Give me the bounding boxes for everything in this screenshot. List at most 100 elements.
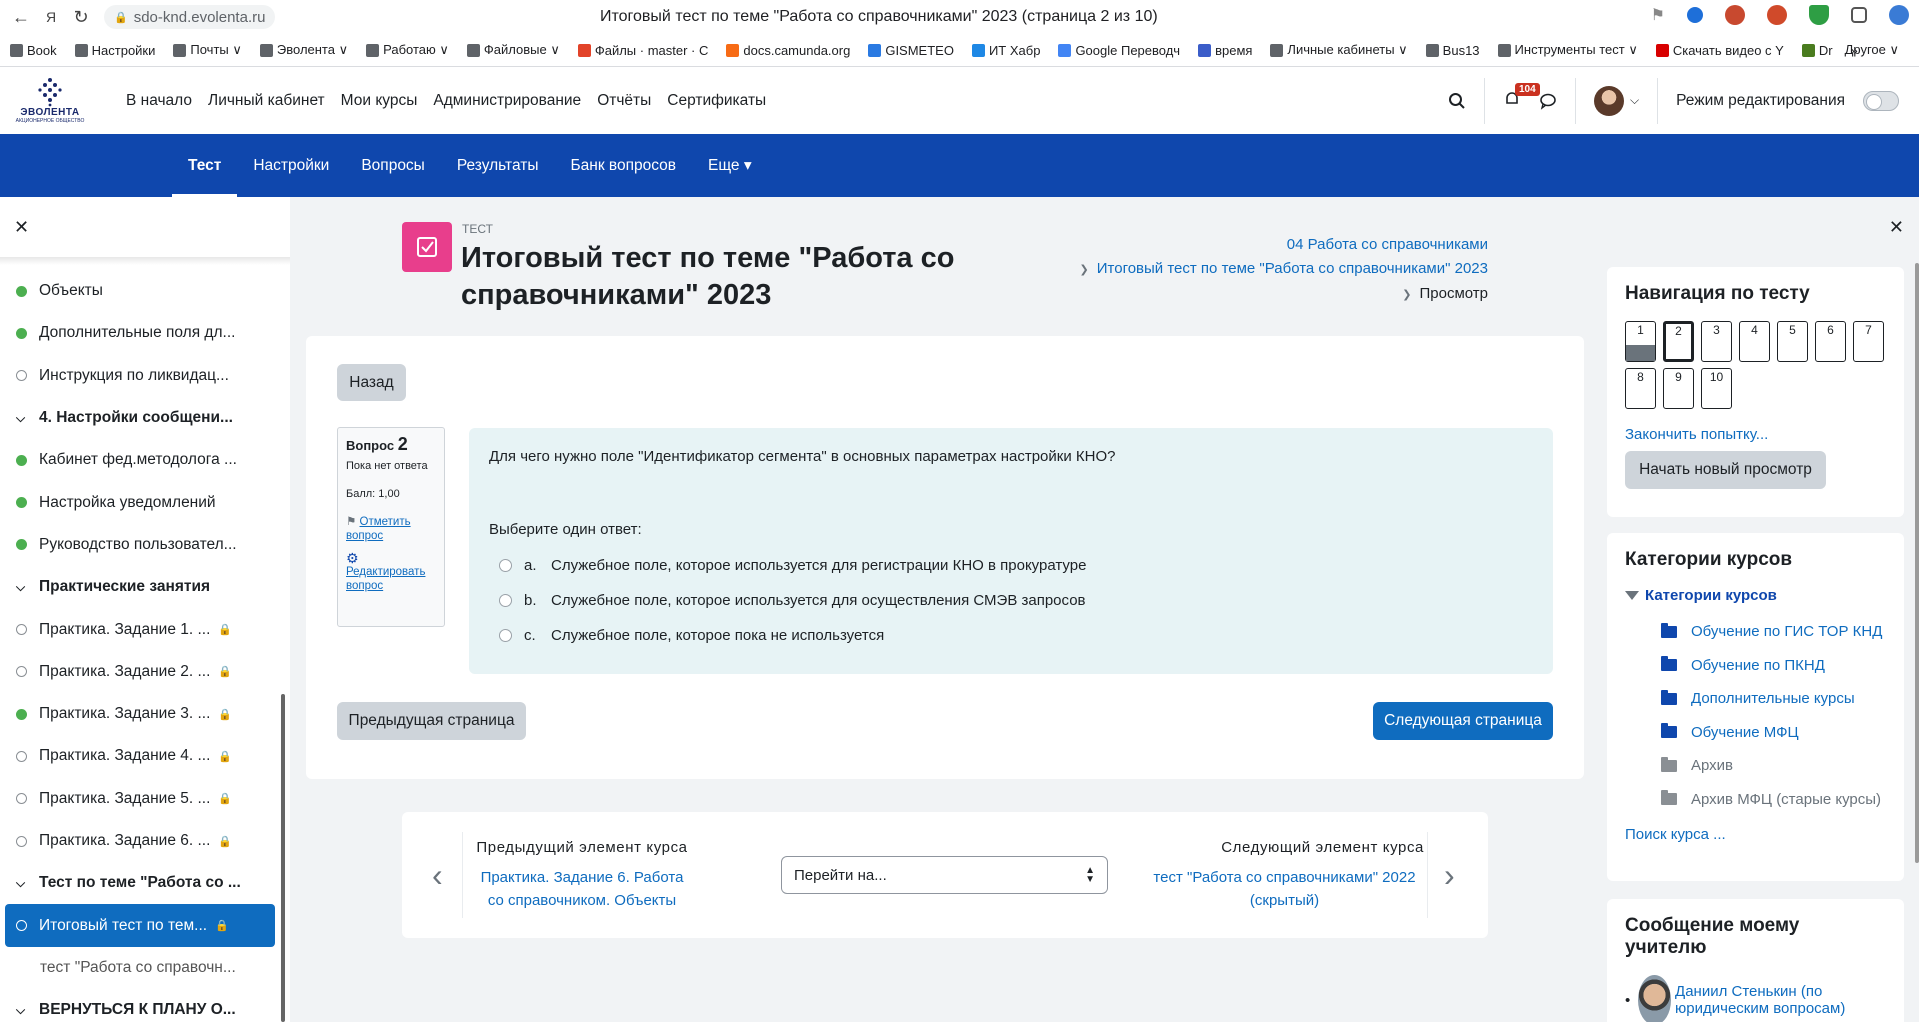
course-activity[interactable]: Практика. Задание 1. ... 🔒 xyxy=(5,608,275,650)
bookmark-item[interactable]: Dr xyxy=(1801,43,1833,58)
user-menu[interactable]: ⌵ xyxy=(1593,85,1639,116)
nav-certificates[interactable]: Сертификаты xyxy=(667,92,766,110)
tab-settings[interactable]: Настройки xyxy=(237,134,345,197)
bookmark-item[interactable]: GISMETEO xyxy=(868,43,954,58)
nav-administration[interactable]: Администрирование xyxy=(433,92,581,110)
chevron-down-icon[interactable]: ⌵ xyxy=(16,580,30,595)
site-logo[interactable]: ЭВОЛЕНТА АКЦИОНЕРНОЕ ОБЩЕСТВО xyxy=(0,67,100,134)
course-activity[interactable]: Руководство пользовател... xyxy=(5,524,275,566)
radio-button[interactable] xyxy=(499,594,512,607)
bookmark-item[interactable]: Файловые ∨ xyxy=(466,42,560,58)
start-new-preview-button[interactable]: Начать новый просмотр xyxy=(1625,451,1826,489)
teacher-item[interactable]: • Даниил Стенькин (по юридическим вопрос… xyxy=(1625,975,1886,1022)
course-section[interactable]: ⌵ ВЕРНУТЬСЯ К ПЛАНУ О... xyxy=(5,989,275,1022)
tab-question-bank[interactable]: Банк вопросов xyxy=(554,134,692,197)
notifications[interactable]: 104 xyxy=(1503,82,1540,112)
chevron-left-icon[interactable]: ‹ xyxy=(432,857,443,894)
next-activity-link[interactable]: тест "Работа со справочниками" 2022 (скр… xyxy=(1137,866,1432,913)
bookmark-item[interactable]: Почты ∨ xyxy=(173,42,242,58)
shield-icon[interactable] xyxy=(1809,5,1829,25)
course-activity[interactable]: Практика. Задание 5. ... 🔒 xyxy=(5,778,275,820)
teacher-name[interactable]: Даниил Стенькин (по юридическим вопросам… xyxy=(1675,983,1886,1017)
bookmark-item[interactable]: ИТ Хабр xyxy=(971,43,1040,58)
course-section[interactable]: ⌵ 4. Настройки сообщени... xyxy=(5,397,275,439)
course-activity[interactable]: тест "Работа со справочн... xyxy=(5,947,275,989)
category-item[interactable]: Обучение по ГИС ТОР КНД xyxy=(1625,615,1886,649)
edit-question[interactable]: ⚙ Редактировать вопрос xyxy=(346,551,436,593)
yandex-icon[interactable]: Я xyxy=(36,2,66,32)
quiz-nav-button[interactable]: 4 xyxy=(1739,321,1770,362)
quiz-nav-button[interactable]: 9 xyxy=(1663,368,1694,409)
course-activity[interactable]: Дополнительные поля дл... xyxy=(5,312,275,354)
course-activity[interactable]: Практика. Задание 3. ... 🔒 xyxy=(5,693,275,735)
course-activity[interactable]: Кабинет фед.методолога ... xyxy=(5,439,275,481)
edit-mode-toggle[interactable] xyxy=(1863,90,1899,111)
chevron-down-icon[interactable]: ⌵ xyxy=(16,1003,30,1018)
nav-my-courses[interactable]: Мои курсы xyxy=(341,92,418,110)
profile-icon[interactable] xyxy=(1889,5,1909,25)
answer-option[interactable]: b. Служебное поле, которое используется … xyxy=(489,583,1533,618)
quiz-nav-button[interactable]: 10 xyxy=(1701,368,1732,409)
category-item[interactable]: Дополнительные курсы xyxy=(1625,682,1886,716)
flag-question[interactable]: ⚑ Отметить вопрос xyxy=(346,515,436,543)
close-icon[interactable]: ✕ xyxy=(1889,217,1904,238)
radio-button[interactable] xyxy=(499,559,512,572)
scrollbar[interactable] xyxy=(1915,263,1919,863)
bookmark-item[interactable]: Book xyxy=(10,43,57,58)
tab-results[interactable]: Результаты xyxy=(441,134,555,197)
back-arrow-icon[interactable]: ← xyxy=(6,2,36,32)
puzzle-icon[interactable] xyxy=(1851,7,1867,23)
chevron-right-icon[interactable]: › xyxy=(1444,857,1455,894)
quiz-nav-button[interactable]: 2 xyxy=(1663,321,1694,362)
edit-question-link[interactable]: Редактировать вопрос xyxy=(346,566,425,592)
address-bar[interactable]: 🔒 sdo-knd.evolenta.ru xyxy=(104,5,276,29)
other-bookmarks[interactable]: Другое ∨ xyxy=(1845,42,1899,58)
bookmark-item[interactable]: Файлы · master · C xyxy=(577,43,708,58)
flag-question-link[interactable]: Отметить вопрос xyxy=(346,516,411,542)
tab-questions[interactable]: Вопросы xyxy=(345,134,440,197)
back-button[interactable]: Назад xyxy=(337,364,406,401)
category-item[interactable]: Обучение МФЦ xyxy=(1625,716,1886,750)
course-activity[interactable]: Инструкция по ликвидац... xyxy=(5,355,275,397)
tab-quiz[interactable]: Тест xyxy=(172,134,238,197)
quiz-nav-button[interactable]: 8 xyxy=(1625,368,1656,409)
course-activity[interactable]: Объекты xyxy=(5,270,275,312)
course-section[interactable]: ⌵ Тест по теме "Работа со ... xyxy=(5,862,275,904)
search-icon[interactable] xyxy=(1448,92,1466,110)
answer-option[interactable]: c. Служебное поле, которое пока не испол… xyxy=(489,618,1533,653)
chevron-down-icon[interactable]: ⌵ xyxy=(16,411,30,426)
nav-home[interactable]: В начало xyxy=(126,92,192,110)
quiz-nav-button[interactable]: 5 xyxy=(1777,321,1808,362)
next-page-button[interactable]: Следующая страница xyxy=(1373,702,1553,740)
bookmark-item[interactable]: время xyxy=(1198,43,1252,58)
bookmark-item[interactable]: Google Переводч xyxy=(1058,43,1180,58)
extension-icon[interactable] xyxy=(1767,5,1787,25)
course-activity[interactable]: Практика. Задание 4. ... 🔒 xyxy=(5,735,275,777)
answer-option[interactable]: a. Служебное поле, которое используется … xyxy=(489,548,1533,583)
quiz-nav-button[interactable]: 1 xyxy=(1625,321,1656,362)
bookmark-item[interactable]: Bus13 xyxy=(1425,43,1480,58)
extension-icon[interactable] xyxy=(1687,7,1703,23)
quiz-nav-button[interactable]: 7 xyxy=(1853,321,1884,362)
previous-activity-link[interactable]: Практика. Задание 6. Работа со справочни… xyxy=(467,866,697,913)
bookmark-item[interactable]: docs.camunda.org xyxy=(726,43,850,58)
nav-dashboard[interactable]: Личный кабинет xyxy=(208,92,325,110)
course-activity[interactable]: Практика. Задание 6. ... 🔒 xyxy=(5,820,275,862)
finish-attempt-link[interactable]: Закончить попытку... xyxy=(1625,426,1886,443)
tab-more[interactable]: Еще ▾ xyxy=(692,134,768,197)
course-activity[interactable]: Настройка уведомлений xyxy=(5,481,275,523)
option-text[interactable]: Служебное поле, которое используется для… xyxy=(551,592,1086,609)
previous-page-button[interactable]: Предыдущая страница xyxy=(337,702,526,740)
bookmark-star-icon[interactable]: ⚑ xyxy=(1651,5,1665,25)
category-item[interactable]: Обучение по ПКНД xyxy=(1625,649,1886,683)
category-item[interactable]: Архив МФЦ (старые курсы) xyxy=(1625,783,1886,817)
quiz-nav-button[interactable]: 3 xyxy=(1701,321,1732,362)
chevron-down-icon[interactable]: ⌵ xyxy=(16,876,30,891)
category-item[interactable]: Архив xyxy=(1625,749,1886,783)
bookmark-item[interactable]: Эволента ∨ xyxy=(259,42,348,58)
close-icon[interactable]: ✕ xyxy=(14,217,29,238)
reload-icon[interactable]: ↻ xyxy=(66,2,96,32)
breadcrumb-course-section[interactable]: 04 Работа со справочниками xyxy=(1287,236,1488,253)
breadcrumb-quiz[interactable]: Итоговый тест по теме "Работа со справоч… xyxy=(1097,260,1488,277)
chat-icon[interactable] xyxy=(1539,92,1557,110)
